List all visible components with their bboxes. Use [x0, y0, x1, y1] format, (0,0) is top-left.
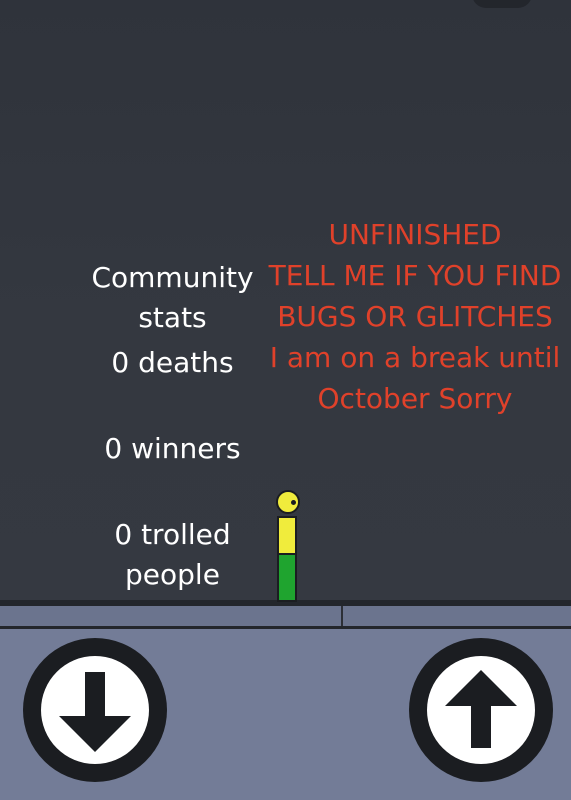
trolled-count-line-2: people [125, 558, 220, 591]
arrow-down-icon [59, 672, 131, 752]
deaths-count: 0 deaths [111, 346, 234, 379]
trolled-count-line-1: 0 trolled [114, 518, 231, 551]
notice-line-1: UNFINISHED [328, 218, 502, 251]
ceiling-shadow [472, 0, 532, 8]
player-upper-body [277, 516, 297, 555]
trolled-count: 0 trolled people [70, 515, 275, 595]
move-down-button[interactable] [23, 638, 167, 782]
player-character [276, 490, 300, 602]
ground-band [0, 606, 571, 626]
notice-line-5: October Sorry [317, 382, 513, 415]
jump-up-button[interactable] [409, 638, 553, 782]
player-eye [291, 500, 296, 505]
player-head [276, 490, 300, 514]
developer-notice: UNFINISHED TELL ME IF YOU FIND BUGS OR G… [262, 214, 568, 419]
arrow-up-icon [445, 670, 517, 748]
stats-heading-line-2: stats [138, 301, 207, 334]
notice-line-4: I am on a break until [269, 341, 561, 374]
stats-heading-line-1: Community [91, 261, 254, 294]
winners-count: 0 winners [104, 432, 241, 465]
ground-line [0, 626, 571, 629]
player-lower-body [277, 555, 297, 602]
notice-line-2: TELL ME IF YOU FIND [268, 259, 562, 292]
stats-heading: Community stats [70, 258, 275, 338]
notice-line-3: BUGS OR GLITCHES [277, 300, 553, 333]
ground-seam [341, 606, 343, 626]
